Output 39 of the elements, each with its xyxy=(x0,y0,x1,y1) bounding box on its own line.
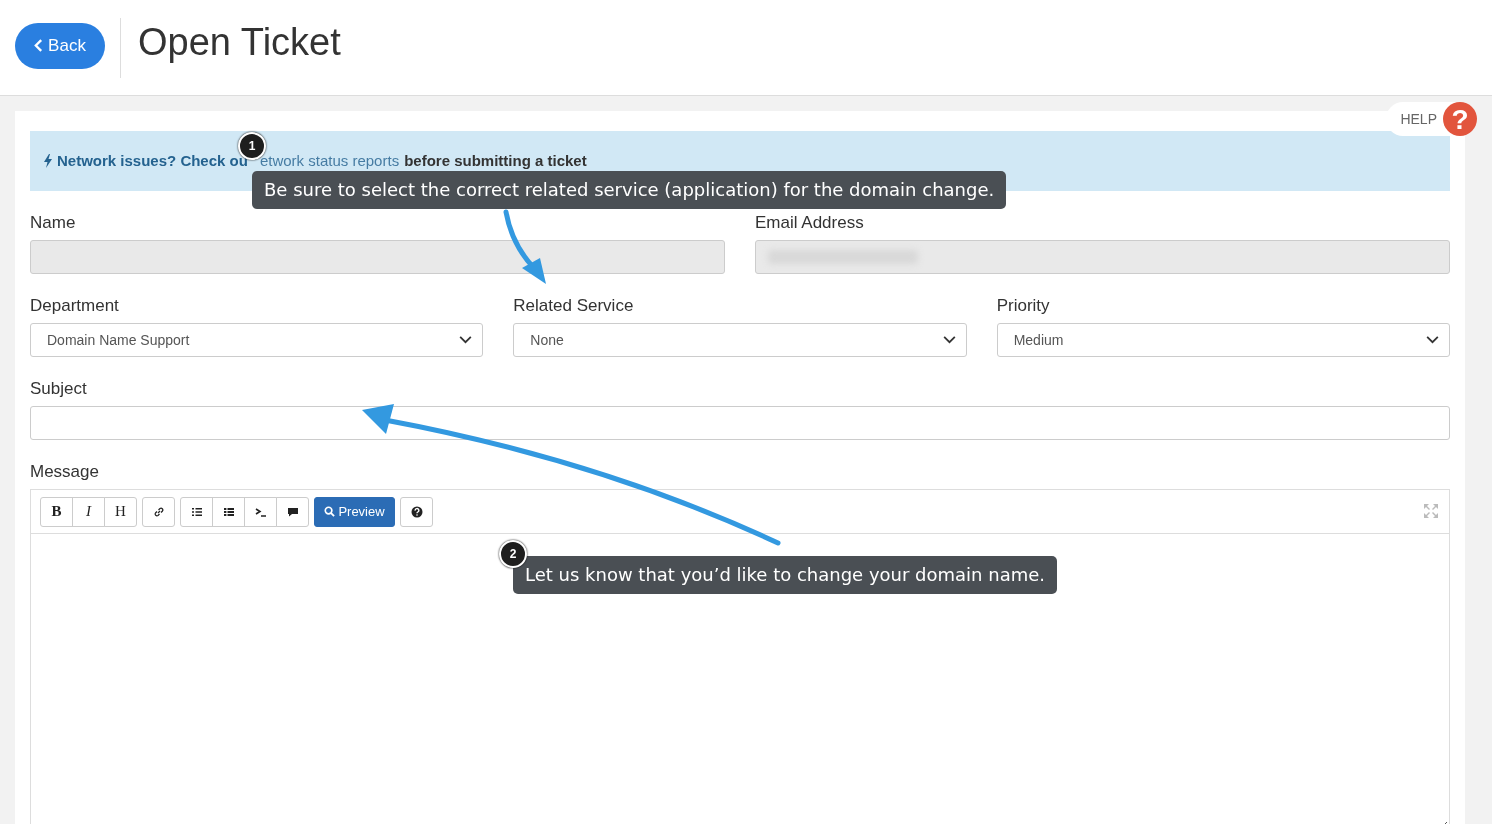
code-button[interactable] xyxy=(244,496,277,527)
select-field[interactable]: Domain Name Support xyxy=(30,323,484,357)
chevron-down-icon xyxy=(459,336,473,344)
italic-button[interactable]: I xyxy=(72,496,105,527)
help-button[interactable]: HELP ? xyxy=(1386,102,1477,136)
field-label: Email Address xyxy=(755,213,865,233)
lightning-icon xyxy=(44,154,52,168)
comment-button[interactable] xyxy=(276,496,309,527)
select-field[interactable]: None xyxy=(513,323,967,357)
alert-text: before submitting a ticket xyxy=(404,152,587,169)
field-label: Department xyxy=(30,296,120,316)
help-icon: ? xyxy=(1443,102,1477,136)
unordered-list-button[interactable] xyxy=(212,496,245,527)
field-label: Related Service xyxy=(513,296,635,316)
field-label: Priority xyxy=(996,296,1051,316)
chevron-down-icon xyxy=(1426,336,1439,344)
heading-button[interactable]: H xyxy=(104,496,137,527)
ordered-list-button[interactable] xyxy=(180,496,213,527)
bold-button[interactable]: B xyxy=(40,496,73,527)
subject-field[interactable] xyxy=(30,406,1450,440)
list-icon xyxy=(222,505,235,518)
chevron-down-icon xyxy=(942,336,956,344)
page-title: Open Ticket xyxy=(138,21,341,64)
comment-icon xyxy=(286,505,299,518)
back-button[interactable]: Back xyxy=(15,22,105,69)
link-button[interactable] xyxy=(142,496,175,527)
search-icon xyxy=(324,506,336,517)
preview-button[interactable]: Preview xyxy=(314,496,395,527)
list-icon xyxy=(190,505,203,518)
terminal-icon xyxy=(254,505,267,518)
field-label: Message xyxy=(30,462,100,482)
link-icon xyxy=(152,505,165,518)
annotation-callout: Be sure to select the correct related service (application) for the domain change. xyxy=(252,171,1007,209)
question-icon xyxy=(410,505,423,518)
chevron-left-icon xyxy=(34,39,44,52)
field-label: Subject xyxy=(30,379,88,399)
help-button[interactable] xyxy=(400,496,433,527)
field-label: Name xyxy=(30,213,77,233)
select-field[interactable]: Medium xyxy=(996,323,1450,357)
